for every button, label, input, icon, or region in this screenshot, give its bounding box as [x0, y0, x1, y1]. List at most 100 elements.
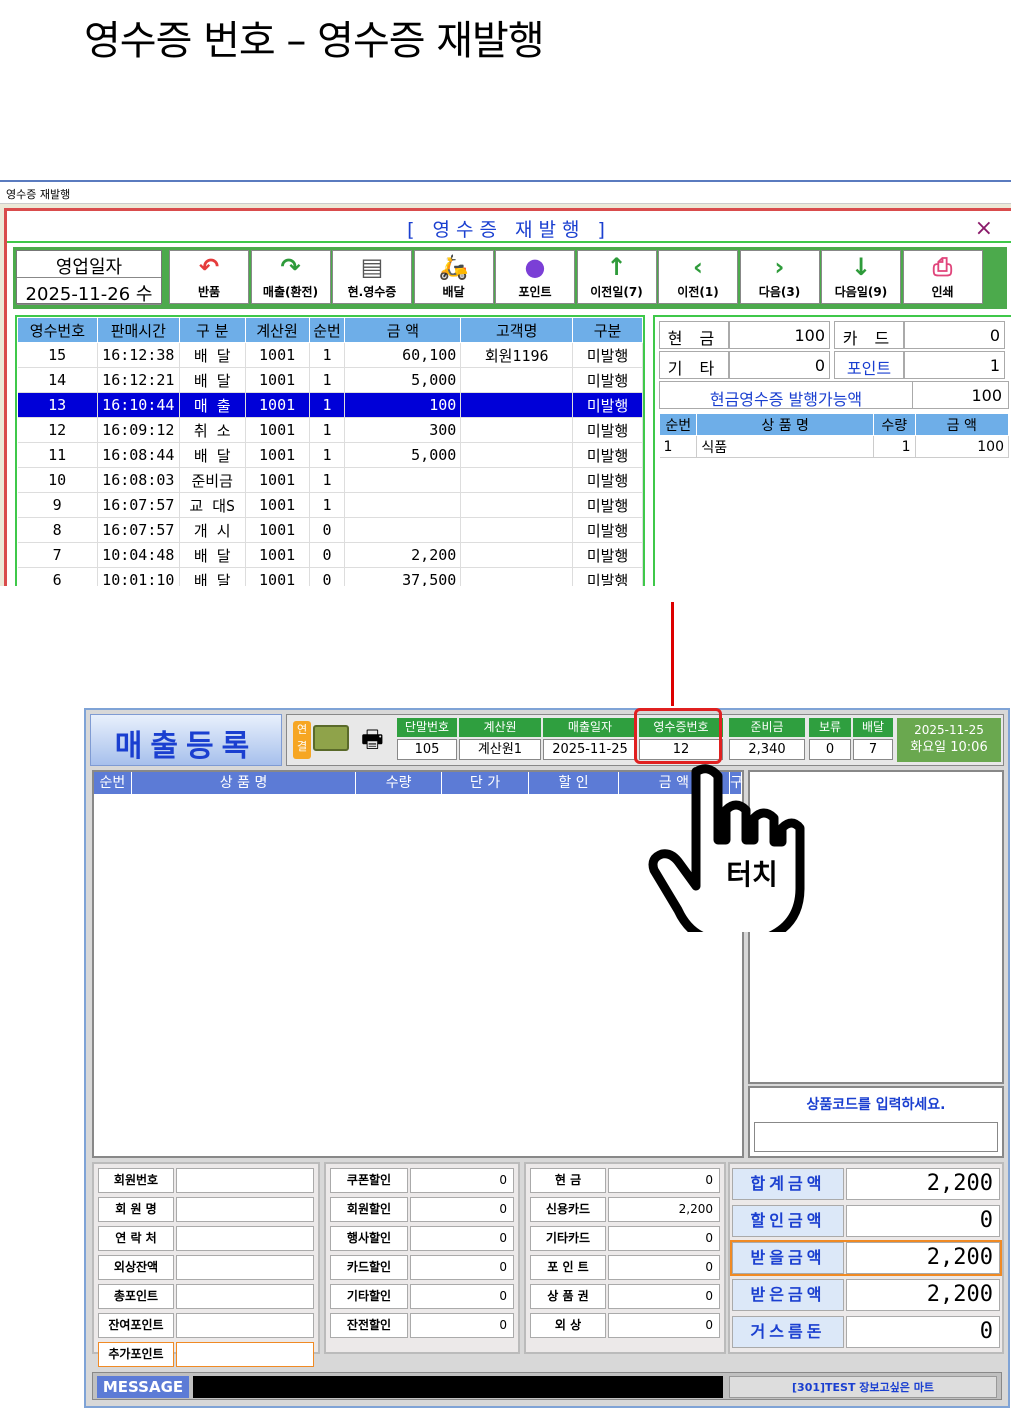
total-label: 합계금액	[732, 1168, 844, 1200]
member-field-value[interactable]	[176, 1168, 314, 1193]
col-header[interactable]: 계산원	[244, 317, 310, 343]
table-cell	[344, 492, 462, 518]
discount-label[interactable]: 회원할인	[330, 1197, 408, 1222]
discount-label[interactable]: 카드할인	[330, 1255, 408, 1280]
discount-label[interactable]: 잔전할인	[330, 1313, 408, 1338]
table-row[interactable]: 11 16:08:44 배 달 1001 1 5,000 미발행	[17, 442, 643, 468]
printer-icon[interactable]: 🖶	[361, 725, 389, 753]
member-field-label: 잔여포인트	[98, 1313, 174, 1338]
cash-receipt-button-label: 현.영수증	[347, 285, 397, 299]
touch-label: 터치	[726, 858, 778, 891]
table-row[interactable]: 7 10:04:48 배 달 1001 0 2,200 미발행	[17, 542, 643, 568]
member-field-value[interactable]	[176, 1255, 314, 1280]
cash-receipt-label: 현금영수증 발행가능액	[709, 390, 863, 409]
table-cell	[460, 467, 574, 493]
col-header[interactable]: 영수번호	[17, 317, 98, 343]
table-row[interactable]: 8 16:07:57 개 시 1001 0 미발행	[17, 517, 643, 543]
payment-label[interactable]: 기타카드	[530, 1226, 606, 1251]
item-grid[interactable]: 순번상 품 명수량단 가할 인금 액구분	[92, 770, 744, 1158]
table-cell: 미발행	[572, 517, 643, 543]
discount-value: 0	[410, 1197, 514, 1222]
discount-label[interactable]: 행사할인	[330, 1226, 408, 1251]
receipt-summary-panel: 현 금 100 카 드 0 기 타 0 포인트 1 현금영수증 발행가능액 10…	[653, 315, 1011, 586]
print-icon: ⎙	[932, 253, 953, 281]
discount-label[interactable]: 기타할인	[330, 1284, 408, 1309]
payment-label[interactable]: 포 인 트	[530, 1255, 606, 1280]
table-row[interactable]: 9 16:07:57 교 대S 1001 1 미발행	[17, 492, 643, 518]
col-header[interactable]: 금 액	[344, 317, 462, 343]
status-header: 배달	[853, 718, 893, 737]
table-cell: 배 달	[179, 442, 246, 468]
table-row[interactable]: 10 16:08:03 준비금 1001 1 미발행	[17, 467, 643, 493]
table-row[interactable]: 12 16:09:12 취 소 1001 1 300 미발행	[17, 417, 643, 443]
business-date-value[interactable]: 2025-11-26 수	[17, 278, 161, 305]
status-header: 보류	[809, 718, 851, 737]
discount-label[interactable]: 쿠폰할인	[330, 1168, 408, 1193]
payment-label[interactable]: 신용카드	[530, 1197, 606, 1222]
next-day-button-label: 다음일(9)	[834, 285, 888, 299]
etc-value: 0	[729, 351, 830, 379]
point-button[interactable]: ● 포인트	[495, 250, 575, 304]
cash-receipt-row: 현금영수증 발행가능액 100	[659, 381, 1009, 409]
table-row[interactable]: 6 10:01:10 배 달 1001 0 37,500 미발행	[17, 567, 643, 586]
current-date: 2025-11-25	[914, 723, 984, 737]
table-cell: 5,000	[344, 367, 462, 393]
table-cell: 취 소	[179, 417, 246, 443]
table-cell: 개 시	[179, 517, 246, 543]
print-button[interactable]: ⎙ 인쇄	[902, 250, 983, 304]
message-label: MESSAGE	[97, 1376, 189, 1398]
member-field-value[interactable]	[176, 1226, 314, 1251]
member-field-value[interactable]	[176, 1284, 314, 1309]
table-cell: 1	[309, 442, 346, 468]
close-icon[interactable]: ×	[975, 216, 993, 241]
delivery-button[interactable]: 🛵 배달	[413, 250, 494, 304]
cash-receipt-value: 100	[912, 382, 1008, 408]
payment-row: 외 상0	[530, 1313, 720, 1338]
member-field-value[interactable]	[176, 1342, 314, 1367]
cash-receipt-button[interactable]: ▤ 현.영수증	[332, 250, 412, 304]
table-cell	[460, 542, 574, 568]
prev-day-button-label: 이전일(7)	[590, 285, 643, 299]
table-cell: 16:10:44	[97, 392, 180, 418]
return-button[interactable]: ↶ 반품	[169, 250, 249, 304]
next-day-button[interactable]: ↓ 다음일(9)	[821, 250, 901, 304]
member-field-value[interactable]	[176, 1197, 314, 1222]
col-header[interactable]: 판매시간	[96, 317, 180, 343]
table-cell: 13	[17, 392, 98, 418]
table-cell: 60,100	[344, 342, 462, 368]
status-4: 준비금 2,340	[729, 718, 805, 762]
table-row[interactable]: 13 16:10:44 매 출 1001 1 100 미발행	[17, 392, 643, 418]
member-row: 회원번호	[98, 1168, 314, 1193]
table-row[interactable]: 15 16:12:38 배 달 1001 1 60,100 회원1196 미발행	[17, 342, 643, 368]
payment-label[interactable]: 외 상	[530, 1313, 606, 1338]
table-cell: 미발행	[572, 567, 643, 586]
status-value: 0	[809, 739, 851, 760]
table-cell: 1	[309, 492, 346, 518]
cash-label: 현 금	[659, 321, 729, 349]
prev-day-button[interactable]: ↑ 이전일(7)	[576, 250, 657, 304]
print-button-label: 인쇄	[931, 285, 954, 299]
table-cell: 1001	[245, 442, 310, 468]
col-header[interactable]: 구 분	[178, 317, 246, 343]
status-5: 보류 0	[809, 718, 851, 762]
col-header[interactable]: 고객명	[460, 317, 574, 343]
table-cell: 1001	[245, 392, 310, 418]
detail-cell: 1	[659, 435, 698, 458]
table-cell: 매 출	[179, 392, 246, 418]
member-field-value[interactable]	[176, 1313, 314, 1338]
card-label: 카 드	[834, 321, 904, 349]
payment-label[interactable]: 상 품 권	[530, 1284, 606, 1309]
prev-button[interactable]: ‹ 이전(1)	[658, 250, 738, 304]
next-button[interactable]: › 다음(3)	[739, 250, 820, 304]
col-header[interactable]: 순번	[308, 317, 346, 343]
sale-exchange-button[interactable]: ↷ 매출(환전)	[250, 250, 331, 304]
status-value: 7	[853, 739, 893, 760]
table-row[interactable]: 14 16:12:21 배 달 1001 1 5,000 미발행	[17, 367, 643, 393]
col-header[interactable]: 구분	[572, 317, 643, 343]
item-col-header: 수량	[356, 772, 442, 794]
product-code-input[interactable]	[754, 1122, 998, 1152]
table-cell: 미발행	[572, 467, 643, 493]
detail-row[interactable]: 1 식품 1 100	[659, 435, 1009, 458]
payment-label[interactable]: 현 금	[530, 1168, 606, 1193]
table-cell: 미발행	[572, 542, 643, 568]
